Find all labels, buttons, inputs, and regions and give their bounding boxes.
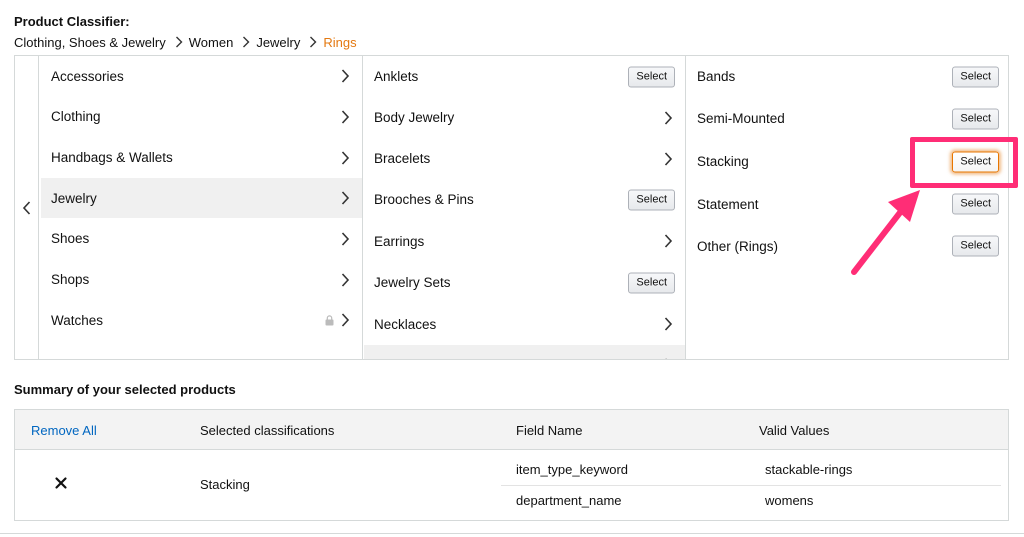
category-item-anklets: Anklets Select [364, 56, 685, 97]
category-label: Shoes [51, 231, 90, 246]
category-item-shoes[interactable]: Shoes [41, 218, 362, 259]
category-label: Earrings [374, 233, 425, 249]
chevron-right-icon [664, 151, 673, 166]
category-label: Clothing [51, 109, 101, 124]
chevron-right-icon [341, 272, 350, 287]
category-label: Handbags & Wallets [51, 150, 173, 165]
lock-icon [325, 315, 334, 326]
category-item-handbags-wallets[interactable]: Handbags & Wallets [41, 137, 362, 178]
chevron-right-icon [305, 34, 321, 50]
category-column-3: Bands Select Semi-Mounted Select Stackin… [687, 56, 1009, 359]
chevron-right-icon [341, 231, 350, 246]
breadcrumb: Clothing, Shoes & Jewelry Women Jewelry … [14, 34, 357, 50]
remove-all-link[interactable]: Remove All [31, 423, 97, 438]
select-button[interactable]: Select [628, 272, 675, 293]
category-column-1: Accessories Clothing Handbags & Wallets … [41, 56, 363, 359]
valid-value-cell: stackable-rings [765, 462, 853, 477]
category-item-other-rings: Other (Rings) Select [687, 225, 1009, 267]
chevron-right-icon [341, 69, 350, 83]
classifier-browser: Accessories Clothing Handbags & Wallets … [14, 55, 1009, 360]
chevron-right-icon [664, 317, 673, 331]
select-button[interactable]: Select [628, 66, 675, 87]
select-button[interactable]: Select [952, 235, 999, 257]
category-item-body-jewelry[interactable]: Body Jewelry [364, 97, 685, 138]
breadcrumb-item[interactable]: Women [189, 35, 234, 50]
chevron-right-icon [341, 313, 350, 327]
field-name-cell: item_type_keyword [516, 462, 628, 477]
chevron-right-icon [664, 110, 673, 125]
summary-title: Summary of your selected products [14, 382, 236, 397]
breadcrumb-item[interactable]: Jewelry [256, 35, 300, 50]
category-item-bracelets[interactable]: Bracelets [364, 138, 685, 179]
category-item-clothing[interactable]: Clothing [41, 96, 362, 137]
select-button-stacking[interactable]: Select [952, 151, 999, 172]
column-header: Selected classifications [200, 423, 335, 438]
category-label: Body Jewelry [374, 110, 455, 125]
column-header: Valid Values [759, 423, 830, 438]
chevron-right-icon [171, 34, 187, 50]
valid-value-cell: womens [765, 493, 814, 508]
category-column-2: Anklets Select Body Jewelry Bracelets Br… [364, 56, 686, 359]
classification-cell: Stacking [200, 477, 250, 492]
divider [501, 485, 1001, 486]
category-item-rings[interactable] [364, 345, 685, 359]
category-item-jewelry[interactable]: Jewelry [41, 178, 362, 218]
summary-header-row: Remove All Selected classifications Fiel… [15, 410, 1008, 450]
breadcrumb-item[interactable]: Clothing, Shoes & Jewelry [14, 35, 166, 50]
chevron-right-icon [664, 234, 673, 248]
category-label: Accessories [51, 68, 124, 84]
page-title: Product Classifier: [14, 14, 130, 29]
chevron-right-icon [341, 191, 350, 205]
category-label: Jewelry [51, 190, 97, 206]
category-label: Bracelets [374, 151, 431, 166]
category-item-necklaces[interactable]: Necklaces [364, 303, 685, 345]
chevron-left-icon [22, 200, 31, 215]
category-label: Shops [51, 272, 90, 287]
select-button[interactable]: Select [952, 108, 999, 129]
category-item-earrings[interactable]: Earrings [364, 220, 685, 262]
column-header: Field Name [516, 423, 583, 438]
select-button[interactable]: Select [952, 66, 999, 87]
category-item-brooches-pins: Brooches & Pins Select [364, 179, 685, 220]
field-name-cell: department_name [516, 493, 622, 508]
table-row: Stacking item_type_keyword stackable-rin… [15, 450, 1008, 521]
category-label: Watches [51, 312, 104, 328]
category-label: Necklaces [374, 316, 437, 332]
category-item-watches[interactable]: Watches [41, 300, 362, 340]
summary-table: Remove All Selected classifications Fiel… [14, 409, 1009, 521]
chevron-right-icon [341, 150, 350, 165]
category-item-statement: Statement Select [687, 183, 1009, 225]
category-item-jewelry-sets: Jewelry Sets Select [364, 262, 685, 303]
chevron-right-icon [341, 109, 350, 124]
category-item-semi-mounted: Semi-Mounted Select [687, 97, 1009, 140]
back-button[interactable] [15, 56, 39, 359]
divider [0, 533, 1024, 534]
chevron-right-icon [664, 358, 673, 359]
close-icon[interactable] [54, 476, 68, 490]
select-button[interactable]: Select [628, 189, 675, 210]
category-item-shops[interactable]: Shops [41, 259, 362, 300]
breadcrumb-current: Rings [323, 34, 357, 50]
chevron-right-icon [238, 34, 254, 50]
category-item-stacking: Stacking Select [687, 140, 1009, 183]
category-item-bands: Bands Select [687, 56, 1009, 97]
select-button[interactable]: Select [952, 193, 999, 215]
category-item-accessories[interactable]: Accessories [41, 56, 362, 96]
